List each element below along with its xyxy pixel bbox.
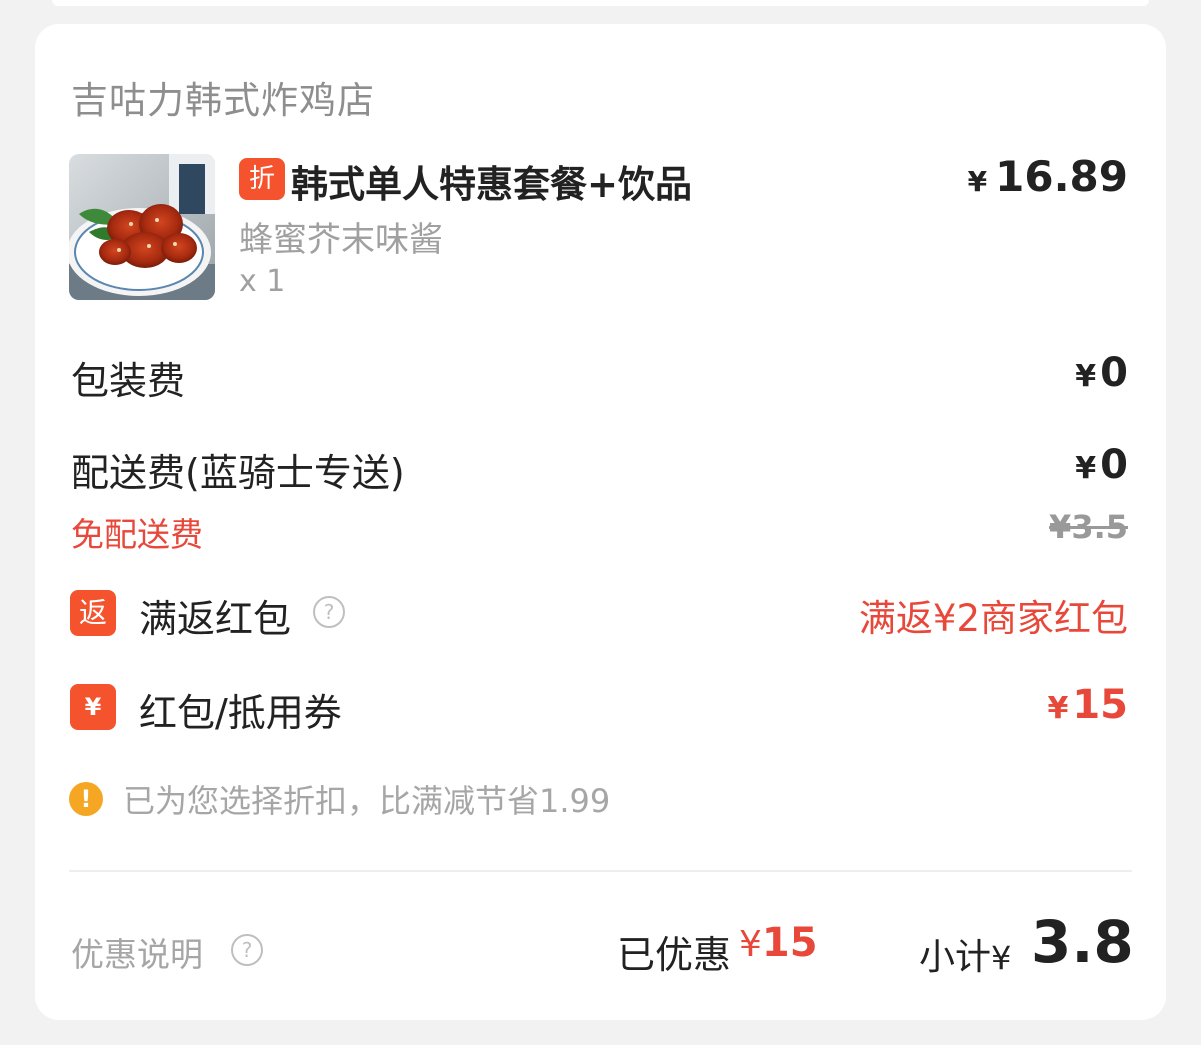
subtotal-value: 3.8 [1031, 908, 1134, 976]
shop-name[interactable]: 吉咕力韩式炸鸡店 [71, 70, 375, 124]
rebate-icon: 返 [70, 590, 116, 636]
item-price-currency: ¥ [967, 165, 988, 198]
coupon-value[interactable]: ¥15 [1047, 682, 1128, 728]
packaging-fee-currency: ¥ [1075, 359, 1097, 394]
fried-chicken-photo-icon [69, 154, 215, 300]
warning-icon: ! [69, 782, 103, 816]
delivery-fee-label: 配送费(蓝骑士专送) [71, 451, 405, 495]
divider [69, 870, 1132, 872]
packaging-fee-label: 包装费 [71, 359, 186, 403]
promo-info-label[interactable]: 优惠说明 [71, 928, 203, 976]
item-price-value: 16.89 [995, 152, 1128, 201]
subtotal-currency: ¥ [991, 939, 1012, 977]
original-delivery-fee: ¥3.5 [1049, 508, 1128, 546]
delivery-fee-amount: 0 [1100, 442, 1128, 488]
discount-notice: 已为您选择折扣，比满减节省1.99 [123, 782, 611, 820]
order-summary-card: 吉咕力韩式炸鸡店 折 韩式单人特惠套餐+饮品 ¥ 16.89 蜂蜜芥末味酱 x … [35, 24, 1166, 1020]
item-quantity: x 1 [239, 264, 286, 299]
packaging-fee-amount: 0 [1100, 350, 1128, 396]
coupon-currency: ¥ [1047, 691, 1069, 726]
packaging-fee-value: ¥0 [1075, 350, 1128, 396]
previous-card-edge [52, 0, 1149, 6]
coupon-icon: ¥ [70, 684, 116, 730]
rebate-help-icon[interactable]: ? [313, 596, 345, 628]
saved-value: ¥15 [739, 920, 818, 966]
coupon-amount: 15 [1072, 682, 1128, 728]
delivery-fee-currency: ¥ [1075, 451, 1097, 486]
subtotal-label: 小计¥ [919, 928, 1011, 980]
free-delivery-text: 免配送费 [71, 515, 203, 554]
item-price: ¥16.89 [968, 152, 1128, 201]
coupon-label[interactable]: 红包/抵用券 [139, 682, 342, 737]
rebate-label: 满返红包 [139, 597, 292, 641]
food-image[interactable] [69, 154, 215, 300]
promo-help-icon[interactable]: ? [231, 934, 263, 966]
saved-label: 已优惠 [617, 933, 732, 977]
delivery-fee-value: ¥0 [1075, 442, 1128, 488]
item-spec: 蜂蜜芥末味酱 [239, 220, 443, 260]
discount-badge: 折 [239, 158, 285, 200]
subtotal-text: 小计 [919, 937, 992, 978]
item-title[interactable]: 韩式单人特惠套餐+饮品 [291, 154, 692, 208]
saved-amount: 15 [761, 920, 818, 966]
rebate-value[interactable]: 满返¥2商家红包 [859, 588, 1128, 642]
saved-currency: ¥ [739, 924, 762, 965]
